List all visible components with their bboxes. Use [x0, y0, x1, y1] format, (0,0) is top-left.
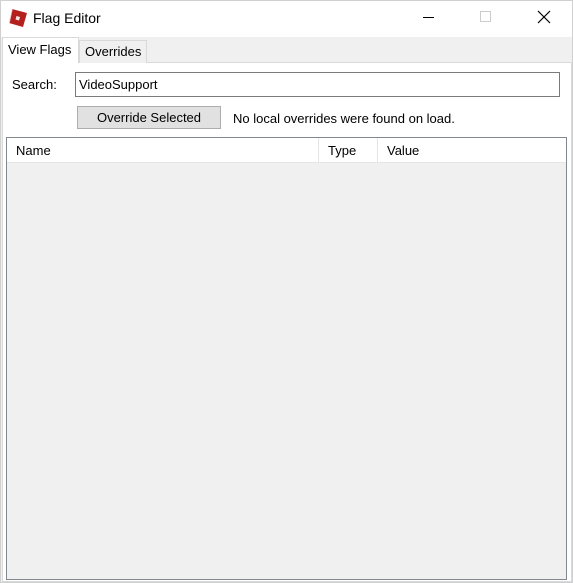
flags-list-view[interactable]: Name Type Value [6, 137, 567, 580]
list-header: Name Type Value [7, 138, 566, 163]
close-icon [537, 10, 551, 27]
roblox-studio-icon [8, 8, 28, 28]
column-header-name[interactable]: Name [7, 138, 319, 162]
close-button[interactable] [521, 1, 567, 35]
maximize-icon [480, 10, 492, 26]
column-header-value[interactable]: Value [378, 138, 566, 162]
status-message: No local overrides were found on load. [233, 111, 455, 126]
tab-view-flags[interactable]: View Flags [2, 37, 79, 63]
title-bar[interactable]: Flag Editor [1, 1, 572, 37]
minimize-icon [423, 11, 435, 26]
tab-overrides[interactable]: Overrides [79, 40, 147, 63]
override-selected-button[interactable]: Override Selected [77, 106, 221, 129]
search-label: Search: [12, 77, 57, 92]
column-header-type[interactable]: Type [319, 138, 378, 162]
window-title: Flag Editor [33, 10, 101, 26]
minimize-button[interactable] [406, 1, 452, 35]
search-input[interactable] [75, 72, 560, 97]
flag-editor-window: Flag Editor View Flags Overrides Search:… [0, 0, 573, 583]
maximize-button[interactable] [463, 1, 509, 35]
